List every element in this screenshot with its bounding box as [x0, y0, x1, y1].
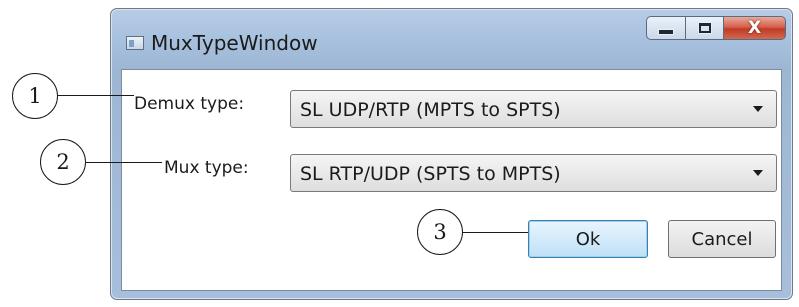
- app-icon: [126, 36, 144, 50]
- mux-type-select[interactable]: SL RTP/UDP (SPTS to MPTS): [290, 154, 777, 192]
- window-title: MuxTypeWindow: [151, 31, 318, 55]
- demux-type-select[interactable]: SL UDP/RTP (MPTS to SPTS): [290, 90, 777, 128]
- callout-2: 2: [40, 139, 86, 185]
- chevron-down-icon: [753, 170, 763, 176]
- callout-3: 3: [417, 209, 463, 255]
- callout-3-leader: [462, 232, 528, 233]
- ok-button[interactable]: Ok: [528, 220, 648, 258]
- minimize-icon: [658, 29, 674, 35]
- callout-2-leader: [85, 162, 162, 163]
- client-area: Demux type: SL UDP/RTP (MPTS to SPTS) Mu…: [121, 69, 782, 291]
- demux-type-label: Demux type:: [134, 94, 245, 114]
- callout-1: 1: [12, 73, 58, 119]
- minimize-button[interactable]: [646, 16, 686, 40]
- callout-1-leader: [57, 95, 134, 96]
- maximize-icon: [697, 22, 712, 34]
- demux-type-value: SL UDP/RTP (MPTS to SPTS): [300, 99, 561, 121]
- mux-type-window: MuxTypeWindow X Demux type: SL UDP/RTP (…: [110, 8, 793, 300]
- mux-type-label: Mux type:: [164, 158, 249, 178]
- chevron-down-icon: [753, 106, 763, 112]
- close-icon: X: [747, 18, 762, 38]
- cancel-button[interactable]: Cancel: [668, 220, 776, 258]
- caption-buttons: X: [646, 16, 786, 42]
- close-button[interactable]: X: [724, 16, 786, 40]
- mux-type-value: SL RTP/UDP (SPTS to MPTS): [300, 163, 561, 185]
- maximize-button[interactable]: [686, 16, 724, 40]
